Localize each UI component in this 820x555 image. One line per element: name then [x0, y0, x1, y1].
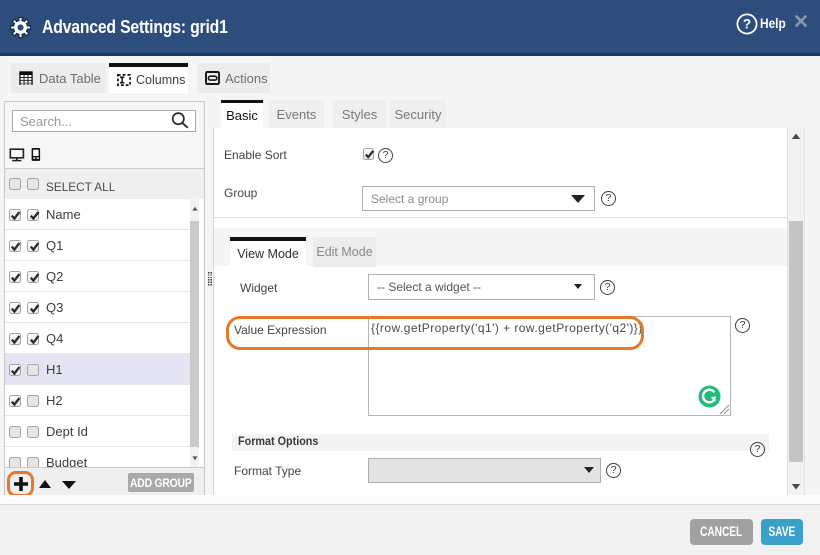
svg-text:?: ?: [743, 17, 751, 32]
